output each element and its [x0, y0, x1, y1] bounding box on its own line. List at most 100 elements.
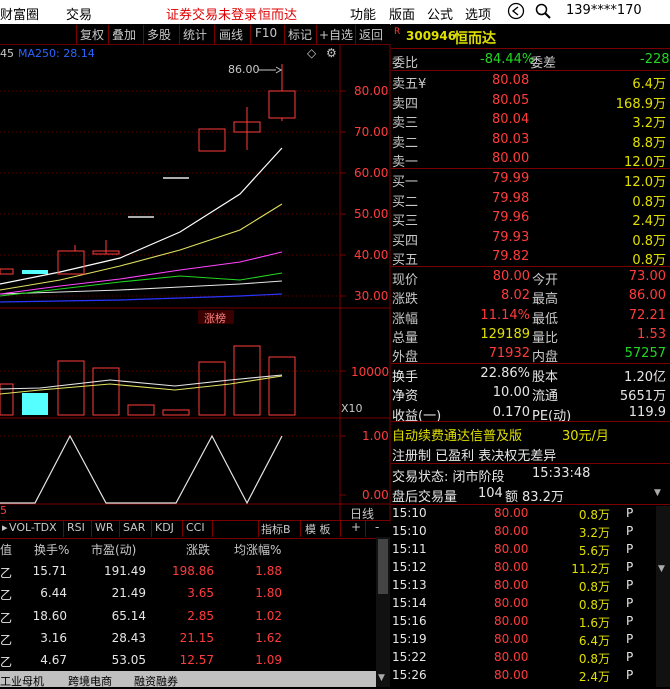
table-cell: 1.62: [255, 630, 282, 645]
tick-volume: 5.6万: [578, 544, 610, 558]
ad-price[interactable]: 30元/月: [562, 425, 609, 444]
stat-row[interactable]: 涨幅 11.14% 最低 72.21: [392, 306, 670, 327]
sell-order-row[interactable]: 卖二 80.03 8.8万: [392, 130, 670, 151]
tick-price: 80.00: [494, 560, 529, 574]
order-price: 79.93: [492, 229, 530, 245]
table-row[interactable]: 乙 6.44 21.49 3.65 1.80: [0, 582, 390, 605]
panel-collapse-icon[interactable]: ▼: [654, 488, 661, 498]
tab-rsi[interactable]: RSI: [67, 521, 85, 534]
sell-order-row[interactable]: 卖五¥ 80.08 6.4万: [392, 71, 670, 92]
ad-row-2[interactable]: 注册制 已盈利 表决权无差异: [392, 443, 670, 464]
tick-row[interactable]: 15:2280.000.8万P1: [392, 649, 670, 667]
zoom-out-button[interactable]: -: [375, 520, 379, 534]
table-cell: 21.49: [111, 586, 146, 601]
toolbar-mark-button[interactable]: 标记: [288, 26, 312, 43]
stat-row[interactable]: 外盘 71932 内盘 57257: [392, 344, 670, 365]
stat-row[interactable]: 涨跌 8.02 最高 86.00: [392, 286, 670, 307]
column-header[interactable]: 值: [0, 541, 12, 558]
menu-trade[interactable]: 交易: [66, 4, 92, 23]
price-tick: 50.00: [354, 207, 389, 221]
buy-order-row[interactable]: 买一 79.99 12.0万: [392, 169, 670, 190]
scroll-down-icon[interactable]: ▼: [378, 673, 385, 683]
limit-up-tag[interactable]: 涨榜: [204, 310, 226, 326]
ad-text-1[interactable]: 自动续费通达信普及版: [392, 425, 522, 444]
toolbar-back-button[interactable]: 返回: [359, 26, 383, 43]
search-icon[interactable]: [534, 2, 552, 24]
buy-order-row[interactable]: 买二 79.98 0.8万: [392, 189, 670, 210]
tab-vol-tdx[interactable]: VOL-TDX: [9, 521, 57, 534]
table-header: 值 换手% 市盈(动) 涨跌 均涨幅%: [0, 537, 390, 560]
stat-value: 11.14%: [480, 307, 530, 323]
toolbar-draw-button[interactable]: 画线: [219, 26, 243, 43]
buy-order-row[interactable]: 买五 79.82 0.8万: [392, 247, 670, 268]
settings-icon[interactable]: ⚙: [326, 46, 337, 60]
tick-row[interactable]: 15:1680.001.6万P1: [392, 613, 670, 631]
menu-func[interactable]: 功能: [350, 4, 376, 23]
price-tick: 30.00: [354, 289, 389, 303]
table-row[interactable]: 乙 4.67 53.05 12.57 1.09: [0, 649, 390, 672]
tick-row[interactable]: 15:1380.000.8万P1: [392, 577, 670, 595]
stat-row[interactable]: 总量 129189 量比 1.53: [392, 325, 670, 346]
scroll-down-icon[interactable]: ▼: [658, 564, 665, 574]
column-header[interactable]: 均涨幅%: [234, 541, 281, 558]
column-header[interactable]: 市盈(动): [91, 541, 136, 558]
indicator-b-button[interactable]: 指标B: [261, 521, 291, 537]
ad-text-2[interactable]: 注册制 已盈利 表决权无差异: [392, 445, 556, 464]
tick-row[interactable]: 15:1280.0011.2万P2: [392, 559, 670, 577]
volume-multiplier: X10: [341, 402, 363, 415]
tab-cci[interactable]: CCI: [186, 521, 205, 534]
stat-row[interactable]: 净资 10.00 流通 5651万: [392, 383, 670, 405]
weicha-value: -228: [640, 52, 670, 67]
toolbar-stats-button[interactable]: 统计: [183, 26, 207, 43]
login-status[interactable]: 证券交易未登录: [166, 4, 257, 23]
tick-volume: 0.8万: [578, 508, 610, 522]
tick-row[interactable]: 15:1080.000.8万P1: [392, 505, 670, 523]
stat-label: 流通: [532, 389, 559, 405]
column-header[interactable]: 换手%: [34, 541, 69, 558]
app-name[interactable]: 财富圈: [0, 4, 39, 23]
sell-order-row[interactable]: 卖一 80.00 12.0万: [392, 149, 670, 170]
account-id[interactable]: 139****170: [566, 3, 642, 18]
stat-row[interactable]: 收益(一) 0.170 PE(动) 119.9: [392, 403, 670, 424]
tab-kdj[interactable]: KDJ: [155, 521, 174, 534]
tick-scrollbar[interactable]: ▼: [656, 506, 670, 687]
tick-row[interactable]: 15:1980.006.4万P1: [392, 631, 670, 649]
zoom-in-button[interactable]: +: [351, 520, 361, 534]
tick-row[interactable]: 15:1180.005.6万P1: [392, 541, 670, 559]
tick-row[interactable]: 15:1480.000.8万P1: [392, 595, 670, 613]
table-scrollbar[interactable]: ▼: [376, 537, 390, 687]
ad-row-1[interactable]: 自动续费通达信普及版 30元/月: [392, 423, 670, 444]
tick-price: 80.00: [494, 650, 529, 664]
menu-formula[interactable]: 公式: [427, 4, 453, 23]
tick-row[interactable]: 15:2680.002.4万P1: [392, 667, 670, 685]
sell-order-row[interactable]: 卖三 80.04 3.2万: [392, 110, 670, 131]
menu-options[interactable]: 选项: [465, 4, 491, 23]
tick-row[interactable]: 15:1080.003.2万P2: [392, 523, 670, 541]
buy-order-row[interactable]: 买四 79.93 0.8万: [392, 228, 670, 249]
toolbar-f10-button[interactable]: F10: [255, 26, 277, 40]
stat-row[interactable]: 现价 80.00 今开 73.00: [392, 267, 670, 288]
table-cell: 乙: [0, 610, 13, 625]
stat-row[interactable]: 换手 22.86% 股本 1.20亿: [392, 364, 670, 385]
table-row[interactable]: 乙 3.16 28.43 21.15 1.62: [0, 627, 390, 650]
order-label: 卖二: [392, 135, 419, 151]
price-tick: 80.00: [354, 84, 389, 98]
kline-chart[interactable]: [0, 44, 391, 523]
tab-sar[interactable]: SAR: [123, 521, 145, 534]
tab-left-arrow[interactable]: ▸: [2, 521, 8, 534]
scrollbar-thumb[interactable]: [378, 539, 388, 594]
toolbar-fuquan-button[interactable]: 复权: [80, 26, 104, 43]
menu-layout[interactable]: 版面: [389, 4, 415, 23]
toolbar-add-watch-button[interactable]: +自选: [319, 26, 353, 43]
diamond-icon[interactable]: ◇: [307, 46, 316, 60]
sell-order-row[interactable]: 卖四 80.05 168.9万: [392, 91, 670, 112]
table-row[interactable]: 乙 18.60 65.14 2.85 1.02: [0, 605, 390, 628]
buy-order-row[interactable]: 买三 79.96 2.4万: [392, 208, 670, 229]
back-icon[interactable]: [507, 2, 525, 24]
table-row[interactable]: 乙 15.71 191.49 198.86 1.88: [0, 560, 390, 583]
toolbar-multi-button[interactable]: 多股: [147, 26, 171, 43]
column-header[interactable]: 涨跌: [186, 541, 210, 558]
tab-wr[interactable]: WR: [95, 521, 114, 534]
template-button[interactable]: 模 板: [305, 521, 331, 537]
toolbar-overlay-button[interactable]: 叠加: [112, 26, 136, 43]
